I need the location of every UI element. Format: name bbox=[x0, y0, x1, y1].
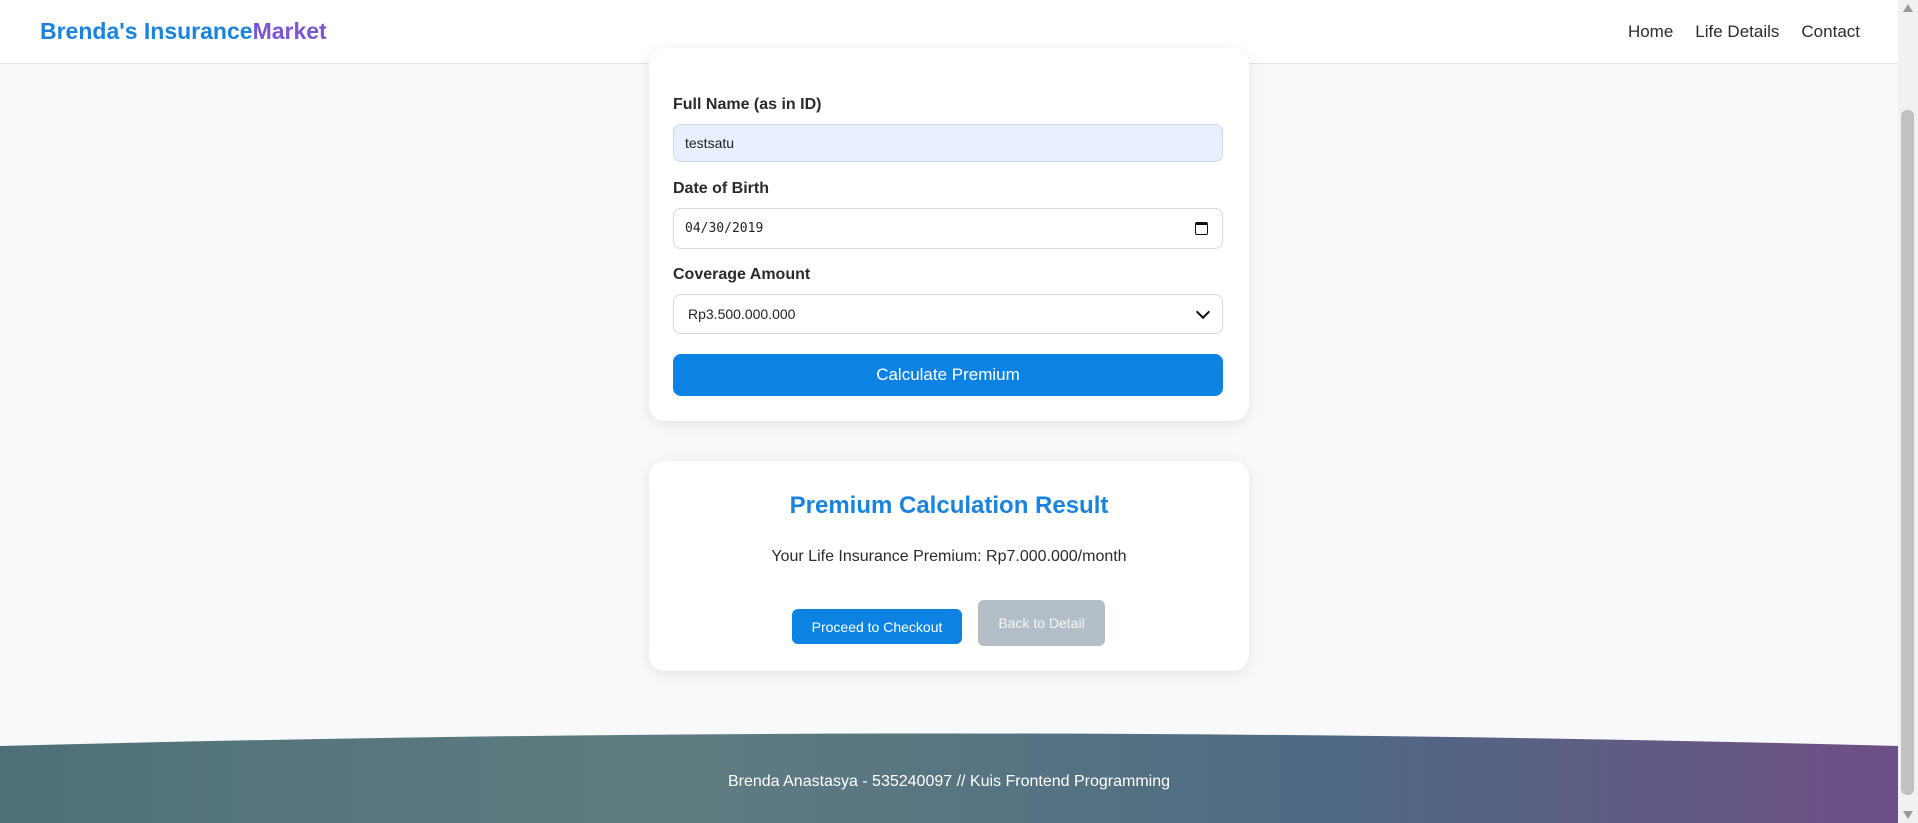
nav-home-link[interactable]: Home bbox=[1628, 22, 1673, 42]
calendar-icon[interactable] bbox=[1195, 222, 1208, 235]
result-title: Premium Calculation Result bbox=[789, 492, 1109, 519]
date-of-birth-label: Date of Birth bbox=[673, 180, 769, 197]
premium-result-card: Premium Calculation Result Your Life Ins… bbox=[649, 461, 1249, 671]
coverage-amount-select[interactable]: Rp3.500.000.000 bbox=[673, 294, 1223, 334]
calculate-premium-button[interactable]: Calculate Premium bbox=[673, 354, 1223, 396]
scroll-thumb[interactable] bbox=[1901, 110, 1914, 795]
full-name-input[interactable]: testsatu bbox=[673, 124, 1223, 162]
nav-links: Home Life Details Contact bbox=[1628, 22, 1860, 42]
chevron-down-icon bbox=[1195, 304, 1211, 320]
brand-logo[interactable]: Brenda's InsuranceMarket bbox=[40, 18, 327, 45]
vertical-scrollbar[interactable] bbox=[1898, 0, 1918, 823]
footer: Brenda Anastasya - 535240097 // Kuis Fro… bbox=[0, 733, 1898, 823]
nav-contact-link[interactable]: Contact bbox=[1801, 22, 1860, 42]
premium-amount-text: Your Life Insurance Premium: Rp7.000.000… bbox=[771, 548, 1127, 565]
scroll-up-arrow-icon[interactable] bbox=[1903, 4, 1913, 12]
proceed-to-checkout-button[interactable]: Proceed to Checkout bbox=[792, 609, 962, 644]
date-of-birth-input[interactable]: 04/30/2019 bbox=[673, 208, 1223, 249]
nav-life-details-link[interactable]: Life Details bbox=[1695, 22, 1779, 42]
footer-credit-text: Brenda Anastasya - 535240097 // Kuis Fro… bbox=[727, 773, 1171, 790]
full-name-label: Full Name (as in ID) bbox=[673, 96, 822, 113]
coverage-amount-label: Coverage Amount bbox=[673, 266, 811, 283]
full-name-value: testsatu bbox=[685, 135, 735, 151]
brand-name-accent: Market bbox=[252, 18, 327, 44]
back-to-detail-button[interactable]: Back to Detail bbox=[978, 600, 1105, 646]
date-of-birth-value: 04/30/2019 bbox=[685, 221, 764, 236]
scroll-down-arrow-icon[interactable] bbox=[1903, 811, 1913, 819]
insurance-form-card: Full Name (as in ID) testsatu Date of Bi… bbox=[649, 48, 1249, 421]
coverage-amount-value: Rp3.500.000.000 bbox=[688, 306, 796, 322]
brand-name-primary: Brenda's Insurance bbox=[40, 18, 253, 44]
